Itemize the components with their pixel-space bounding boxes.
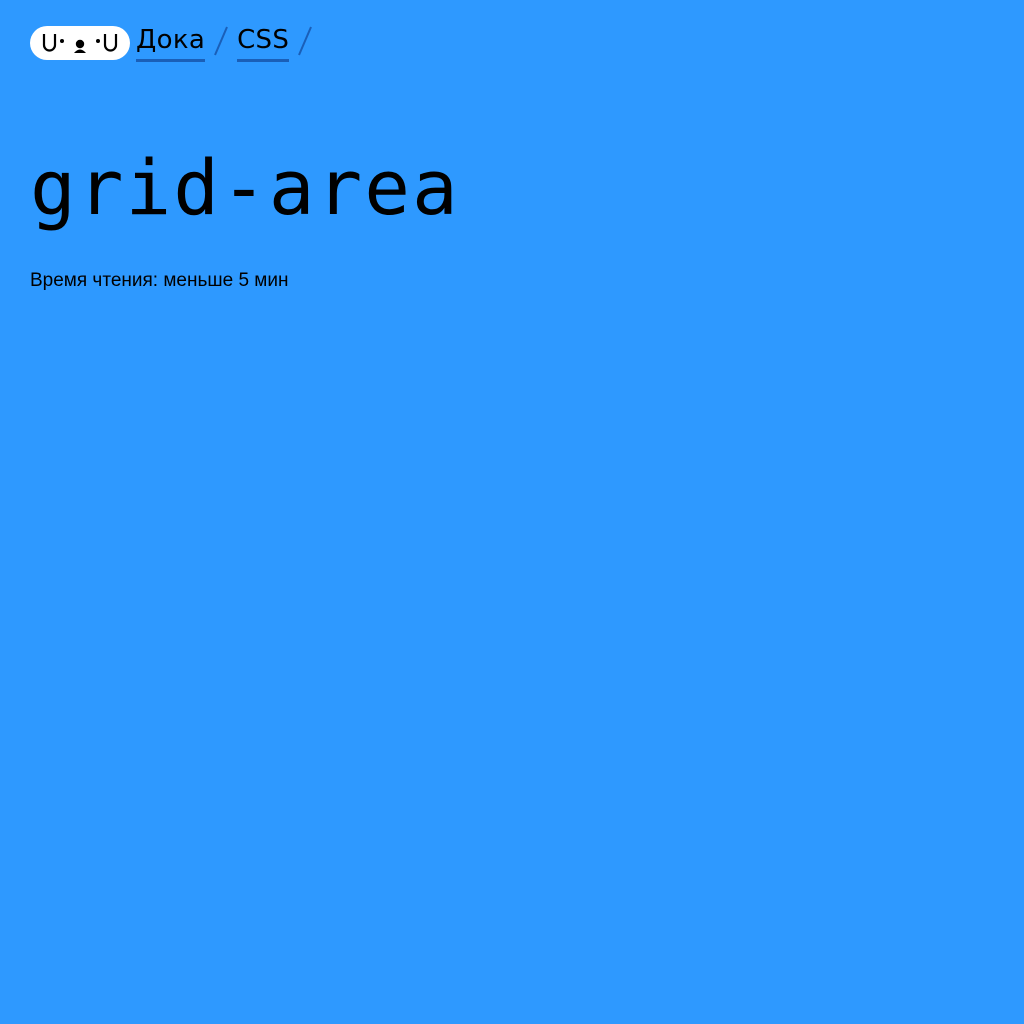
slash-separator-icon [213, 25, 229, 62]
page-title: grid-area [30, 143, 460, 232]
site-header: Дока CSS [30, 22, 321, 62]
home-logo-link[interactable] [30, 26, 130, 60]
breadcrumb-css-link[interactable]: CSS [237, 23, 290, 62]
doka-face-logo-icon [42, 34, 118, 53]
slash-separator-icon [297, 25, 313, 62]
reading-time: Время чтения: меньше 5 мин [30, 270, 289, 291]
breadcrumb-doka-link[interactable]: Дока [136, 23, 206, 62]
